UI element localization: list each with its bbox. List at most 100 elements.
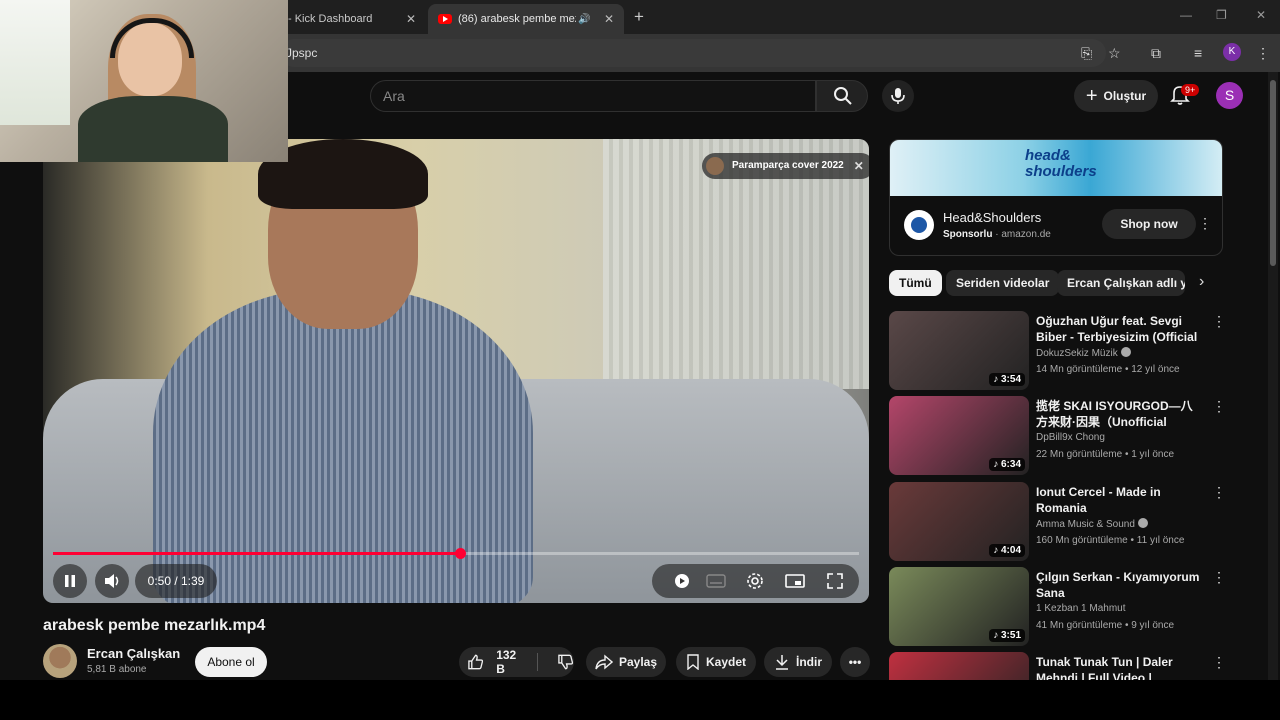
subtitles-icon[interactable] xyxy=(706,573,726,589)
recommendation-channel[interactable]: 1 Kezban 1 Mahmut xyxy=(1036,603,1126,614)
more-options-icon[interactable]: ⋮ xyxy=(1212,569,1226,586)
menu-dots-icon[interactable]: ⋮ xyxy=(1256,45,1270,62)
recommendation-item[interactable]: ♪ 6:34 揽佬 SKAI ISYOURGOD—八方来财·因果（Unoffici… xyxy=(889,396,1229,476)
ad-domain: amazon.de xyxy=(1001,229,1051,240)
duration-badge: ♪ 3:54 xyxy=(989,373,1025,386)
recommendation-item[interactable]: ♪ 3:51 Çılgın Serkan - Kıyamıyorum Sana 1 … xyxy=(889,567,1229,647)
close-icon[interactable]: ✕ xyxy=(406,12,416,26)
webcam-body xyxy=(78,96,228,162)
search-input[interactable]: Ara xyxy=(370,80,816,112)
like-dislike-group: 132 B xyxy=(459,647,574,677)
recommendation-channel[interactable]: DpBill9x Chong xyxy=(1036,432,1105,443)
speaker-icon[interactable]: 🔊 xyxy=(578,14,590,25)
recommendation-channel-name: 1 Kezban 1 Mahmut xyxy=(1036,603,1126,614)
video-player[interactable]: Paramparça cover 2022 ✕ 0:50 / 1:39 xyxy=(43,139,869,603)
autoplay-toggle-icon[interactable] xyxy=(672,573,692,589)
minimize-icon[interactable]: — xyxy=(1180,8,1192,22)
thumbs-up-icon[interactable] xyxy=(467,653,484,671)
shop-now-button[interactable]: Shop now xyxy=(1102,209,1196,239)
maximize-icon[interactable]: ❐ xyxy=(1216,8,1227,22)
chip-uploads[interactable]: Ercan Çalışkan adlı yüklemeler xyxy=(1057,270,1185,296)
save-label: Kaydet xyxy=(705,655,746,669)
share-arrow-icon xyxy=(595,654,613,670)
more-actions-button[interactable]: ••• xyxy=(840,647,870,677)
recommendation-channel[interactable]: DokuzSekiz Müzik xyxy=(1036,347,1131,359)
duration-text: 3:51 xyxy=(1000,630,1021,641)
close-icon[interactable]: ✕ xyxy=(604,12,614,26)
filter-chips: Tümü Seriden videolar Ercan Çalışkan adl… xyxy=(889,270,1223,296)
miniplayer-icon[interactable] xyxy=(785,573,805,589)
recommendation-channel[interactable]: Amma Music & Sound xyxy=(1036,518,1148,530)
video-thumbnail[interactable]: ♪ 3:54 xyxy=(889,311,1029,390)
extensions-icon[interactable]: ⧉ xyxy=(1151,45,1161,62)
more-options-icon[interactable]: ⋮ xyxy=(1212,313,1226,330)
settings-gear-icon[interactable] xyxy=(746,572,764,590)
duration-text: 4:04 xyxy=(1000,545,1021,556)
scrollbar[interactable] xyxy=(1268,72,1278,680)
recommendation-item[interactable]: ♪ 4:04 Ionut Cercel - Made in Romania Amma… xyxy=(889,482,1229,562)
profile-avatar[interactable]: K xyxy=(1223,43,1241,61)
search-icon xyxy=(834,87,852,105)
screen: - Kick Dashboard ✕ (86) arabesk pembe me… xyxy=(0,0,1280,720)
bookmark-star-icon[interactable]: ☆ xyxy=(1108,45,1121,62)
chip-all[interactable]: Tümü xyxy=(889,270,942,296)
recommendation-title[interactable]: Ionut Cercel - Made in Romania xyxy=(1036,484,1202,516)
volume-button[interactable] xyxy=(95,564,129,598)
user-avatar[interactable]: S xyxy=(1216,82,1243,109)
search-button[interactable] xyxy=(816,80,868,112)
create-button[interactable]: + Oluştur xyxy=(1074,80,1158,112)
recommendation-title[interactable]: Oğuzhan Uğur feat. Sevgi Biber - Terbiye… xyxy=(1036,313,1202,345)
tab-title: - Kick Dashboard xyxy=(288,13,373,25)
download-button[interactable]: İndir xyxy=(764,647,832,677)
notification-count-badge: 9+ xyxy=(1181,84,1200,96)
install-icon[interactable]: ⎘ xyxy=(1081,45,1092,62)
pause-icon xyxy=(65,575,75,587)
webcam-window-bg xyxy=(0,0,70,125)
duration-badge: ♪ 3:51 xyxy=(989,629,1025,642)
ad-title: Head&Shoulders xyxy=(943,210,1042,225)
pause-button[interactable] xyxy=(53,564,87,598)
video-thumbnail[interactable]: ♪ 3:51 xyxy=(889,567,1029,646)
recommendation-meta: 41 Mn görüntüleme • 9 yıl önce xyxy=(1036,620,1175,631)
close-icon[interactable]: ✕ xyxy=(854,153,864,179)
chevron-right-icon[interactable]: › xyxy=(1199,273,1204,291)
video-thumbnail[interactable]: ♪ 6:34 xyxy=(889,396,1029,475)
subscribe-button[interactable]: Abone ol xyxy=(195,647,267,677)
more-options-icon[interactable]: ⋮ xyxy=(1212,654,1226,671)
sponsored-ad[interactable]: head& shoulders Head&Shoulders Sponsorlu… xyxy=(889,139,1223,256)
channel-name[interactable]: Ercan Çalışkan xyxy=(87,646,180,661)
voice-search-button[interactable] xyxy=(882,80,914,112)
ad-more-icon[interactable]: ⋮ xyxy=(1198,215,1212,232)
fullscreen-icon[interactable] xyxy=(826,572,844,590)
video-thumbnail[interactable]: ♪ 4:04 xyxy=(889,482,1029,561)
headset-icon xyxy=(110,18,194,58)
chip-series[interactable]: Seriden videolar xyxy=(946,270,1060,296)
taskbar-strip xyxy=(0,680,1280,720)
window-close-icon[interactable]: ✕ xyxy=(1256,8,1266,22)
create-label: Oluştur xyxy=(1103,89,1147,103)
like-count[interactable]: 132 B xyxy=(496,648,527,676)
save-button[interactable]: Kaydet xyxy=(676,647,756,677)
recommendation-meta: 14 Mn görüntüleme • 12 yıl önce xyxy=(1036,364,1180,375)
card-avatar xyxy=(706,157,724,175)
recommendation-title[interactable]: Çılgın Serkan - Kıyamıyorum Sana xyxy=(1036,569,1202,601)
ad-banner-image: head& shoulders xyxy=(890,140,1222,196)
more-options-icon[interactable]: ⋮ xyxy=(1212,484,1226,501)
progress-bar[interactable] xyxy=(53,548,859,559)
new-tab-icon[interactable]: + xyxy=(634,7,644,27)
tab-kick-dashboard[interactable]: - Kick Dashboard ✕ xyxy=(288,4,426,34)
thumbs-down-icon[interactable] xyxy=(557,653,574,671)
scrollbar-thumb[interactable] xyxy=(1270,80,1276,266)
media-control-icon[interactable]: ≡ xyxy=(1194,45,1202,61)
more-options-icon[interactable]: ⋮ xyxy=(1212,398,1226,415)
channel-avatar[interactable] xyxy=(43,644,77,678)
recommendation-title[interactable]: 揽佬 SKAI ISYOURGOD—八方来财·因果（Unofficial Ext… xyxy=(1036,398,1202,430)
share-button[interactable]: Paylaş xyxy=(586,647,666,677)
subscriber-count: 5,81 B abone xyxy=(87,664,147,675)
url-field[interactable]: Jpspc xyxy=(280,39,1106,67)
tab-youtube[interactable]: (86) arabesk pembe mezarlık 🔊 ✕ xyxy=(428,4,624,34)
ad-sponsored-label: Sponsorlu xyxy=(943,229,993,240)
recommendation-item[interactable]: ♪ 3:54 Oğuzhan Uğur feat. Sevgi Biber - T… xyxy=(889,311,1229,391)
info-card[interactable]: Paramparça cover 2022 ✕ xyxy=(702,153,869,179)
scrubber-handle[interactable] xyxy=(455,548,467,559)
